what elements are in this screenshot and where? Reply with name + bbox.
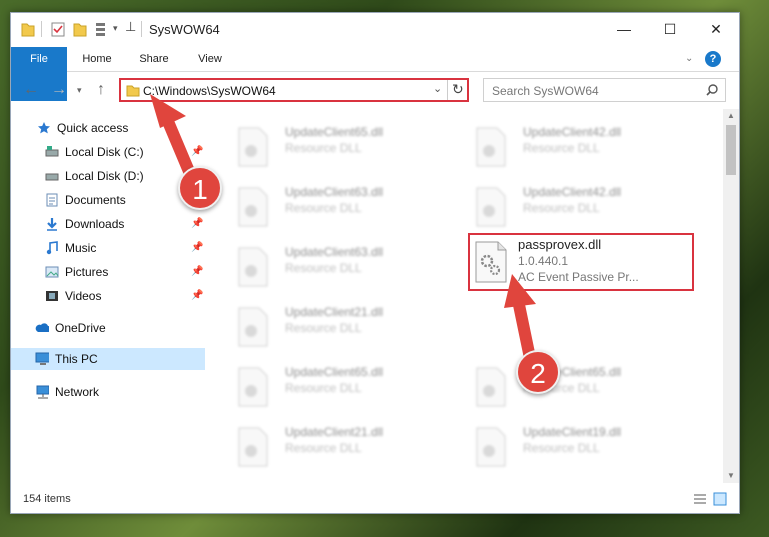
callout-badge-2: 2 [516,350,560,394]
arrow-2 [512,294,536,364]
arrowhead-1 [150,94,186,128]
callout-arrows [150,94,536,364]
arrowhead-2 [504,274,536,308]
callout-badge-1: 1 [178,166,222,210]
